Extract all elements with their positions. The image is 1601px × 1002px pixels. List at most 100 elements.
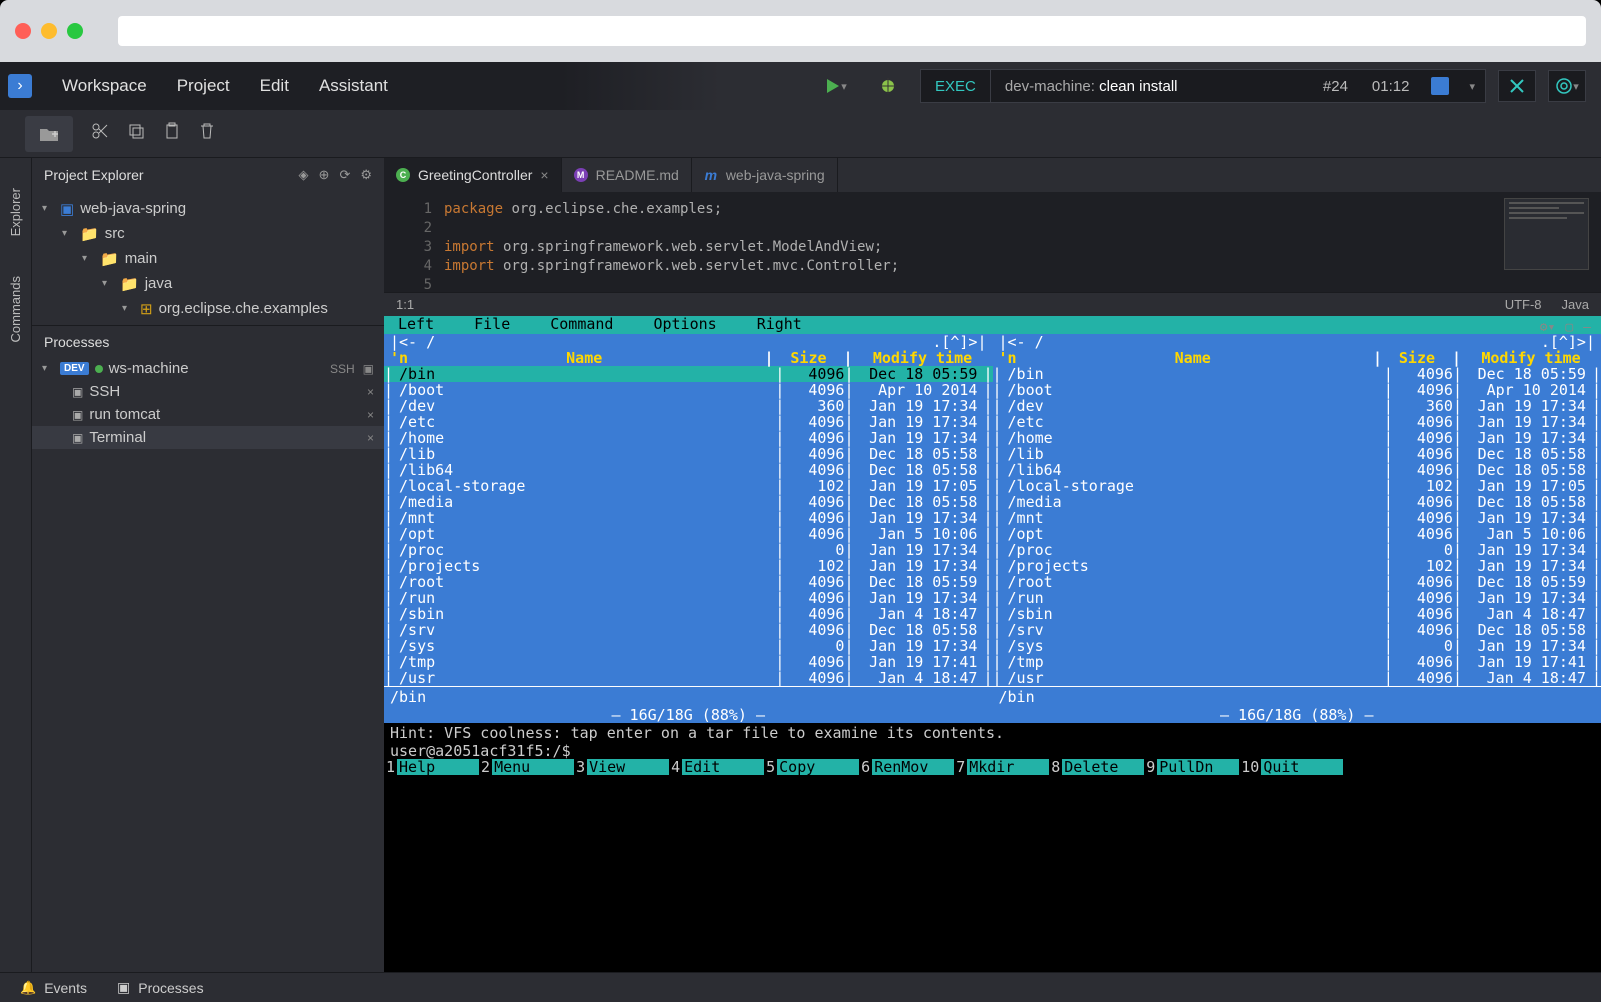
encoding[interactable]: UTF-8: [1505, 297, 1542, 312]
menu-workspace[interactable]: Workspace: [62, 76, 147, 96]
mc-file-row[interactable]: |/projects|102|Jan 19 17:34|: [384, 558, 993, 574]
mc-file-row[interactable]: |/opt|4096|Jan 5 10:06|: [384, 526, 993, 542]
mc-file-row[interactable]: |/bin|4096|Dec 18 05:59|: [993, 366, 1601, 382]
paste-button[interactable]: [163, 122, 181, 146]
mc-menu-bar[interactable]: Left File Command Options Right: [384, 316, 1601, 334]
mc-file-row[interactable]: |/local-storage|102|Jan 19 17:05|: [993, 478, 1601, 494]
mc-fkey-renmov[interactable]: 6RenMov: [859, 759, 954, 775]
mc-file-row[interactable]: |/usr|4096|Jan 4 18:47|: [384, 670, 993, 686]
mc-file-row[interactable]: |/media|4096|Dec 18 05:58|: [993, 494, 1601, 510]
mc-file-row[interactable]: |/run|4096|Jan 19 17:34|: [384, 590, 993, 606]
close-icon[interactable]: ×: [367, 385, 374, 399]
mc-file-row[interactable]: |/proc|0|Jan 19 17:34|: [993, 542, 1601, 558]
mc-file-row[interactable]: |/lib64|4096|Dec 18 05:58|: [993, 462, 1601, 478]
bottom-events[interactable]: 🔔 Events: [20, 980, 87, 996]
settings-icon[interactable]: ⚙: [360, 167, 372, 183]
collapse-icon[interactable]: ⊕: [319, 167, 330, 183]
language[interactable]: Java: [1562, 297, 1589, 312]
mc-fkey-help[interactable]: 1Help: [384, 759, 479, 775]
mc-file-row[interactable]: |/projects|102|Jan 19 17:34|: [993, 558, 1601, 574]
mc-file-row[interactable]: |/root|4096|Dec 18 05:59|: [384, 574, 993, 590]
locate-icon[interactable]: ◈: [299, 167, 309, 183]
mc-file-row[interactable]: |/sbin|4096|Jan 4 18:47|: [993, 606, 1601, 622]
mc-file-row[interactable]: |/opt|4096|Jan 5 10:06|: [993, 526, 1601, 542]
cut-button[interactable]: [91, 122, 109, 146]
tree-main[interactable]: ▾ 📁 main: [32, 246, 384, 271]
proc-ssh[interactable]: ▣ SSH ×: [32, 380, 384, 403]
mc-fkey-edit[interactable]: 4Edit: [669, 759, 764, 775]
mc-fkey-copy[interactable]: 5Copy: [764, 759, 859, 775]
tab-greeting-controller[interactable]: C GreetingController ×: [384, 158, 562, 192]
address-bar[interactable]: [118, 16, 1586, 46]
mc-file-row[interactable]: |/home|4096|Jan 19 17:34|: [993, 430, 1601, 446]
ssh-label[interactable]: SSH: [330, 362, 355, 376]
mc-file-row[interactable]: |/tmp|4096|Jan 19 17:41|: [384, 654, 993, 670]
mc-fkey-quit[interactable]: 10Quit: [1239, 759, 1343, 775]
rail-explorer[interactable]: Explorer: [8, 188, 23, 236]
exec-command-box[interactable]: EXEC dev-machine: clean install #24 01:1…: [920, 69, 1486, 103]
mc-file-row[interactable]: |/local-storage|102|Jan 19 17:05|: [384, 478, 993, 494]
mc-file-row[interactable]: |/proc|0|Jan 19 17:34|: [384, 542, 993, 558]
chevron-down-icon[interactable]: ▾: [1459, 80, 1485, 93]
window-close-icon[interactable]: [15, 23, 31, 39]
mc-file-row[interactable]: |/bin|4096|Dec 18 05:59|: [384, 366, 993, 382]
minimap[interactable]: [1504, 198, 1589, 270]
mc-left-panel[interactable]: |<- / .[^]>|'nName|Size|Modify time|/bin…: [384, 334, 993, 723]
new-file-button[interactable]: [25, 116, 73, 152]
terminal-pane[interactable]: ⚙▾ ▢ — Left File Command Options Right |…: [384, 316, 1601, 972]
mc-file-row[interactable]: |/etc|4096|Jan 19 17:34|: [993, 414, 1601, 430]
mc-file-row[interactable]: |/dev|360|Jan 19 17:34|: [993, 398, 1601, 414]
debug-button[interactable]: [868, 70, 908, 102]
proc-tomcat[interactable]: ▣ run tomcat ×: [32, 403, 384, 426]
close-icon[interactable]: ×: [367, 431, 374, 445]
mc-file-row[interactable]: |/lib|4096|Dec 18 05:58|: [384, 446, 993, 462]
window-maximize-icon[interactable]: [67, 23, 83, 39]
mc-file-row[interactable]: |/lib64|4096|Dec 18 05:58|: [384, 462, 993, 478]
tab-web-java-spring[interactable]: m web-java-spring: [692, 158, 838, 192]
mc-file-row[interactable]: |/run|4096|Jan 19 17:34|: [993, 590, 1601, 606]
mc-file-row[interactable]: |/srv|4096|Dec 18 05:58|: [384, 622, 993, 638]
mc-menu-options[interactable]: Options: [653, 316, 716, 334]
copy-button[interactable]: [127, 122, 145, 146]
tree-package[interactable]: ▾ ⊞ org.eclipse.che.examples: [32, 296, 384, 321]
mc-file-row[interactable]: |/dev|360|Jan 19 17:34|: [384, 398, 993, 414]
mc-file-row[interactable]: |/lib|4096|Dec 18 05:58|: [993, 446, 1601, 462]
proc-terminal[interactable]: ▣ Terminal ×: [32, 426, 384, 449]
tree-src[interactable]: ▾ 📁 src: [32, 221, 384, 246]
mc-menu-file[interactable]: File: [474, 316, 510, 334]
mc-file-row[interactable]: |/etc|4096|Jan 19 17:34|: [384, 414, 993, 430]
mc-menu-right[interactable]: Right: [757, 316, 802, 334]
menu-project[interactable]: Project: [177, 76, 230, 96]
target-button[interactable]: ▾: [1548, 70, 1586, 102]
mc-right-panel[interactable]: |<- / .[^]>|'nName|Size|Modify time|/bin…: [993, 334, 1601, 723]
delete-button[interactable]: [199, 122, 215, 146]
bottom-processes[interactable]: ▣ Processes: [117, 979, 204, 996]
mc-file-row[interactable]: |/sys|0|Jan 19 17:34|: [993, 638, 1601, 654]
mc-file-row[interactable]: |/srv|4096|Dec 18 05:58|: [993, 622, 1601, 638]
merge-button[interactable]: [1498, 70, 1536, 102]
tab-readme[interactable]: M README.md: [562, 158, 692, 192]
menu-assistant[interactable]: Assistant: [319, 76, 388, 96]
mc-file-row[interactable]: |/home|4096|Jan 19 17:34|: [384, 430, 993, 446]
mc-file-row[interactable]: |/root|4096|Dec 18 05:59|: [993, 574, 1601, 590]
code-editor[interactable]: 12345 package org.eclipse.che.examples; …: [384, 192, 1601, 292]
mc-file-row[interactable]: |/media|4096|Dec 18 05:58|: [384, 494, 993, 510]
mc-menu-left[interactable]: Left: [398, 316, 434, 334]
tree-root[interactable]: ▾ ▣ web-java-spring: [32, 196, 384, 221]
mc-fkey-pulldn[interactable]: 9PullDn: [1144, 759, 1239, 775]
mc-fkey-view[interactable]: 3View: [574, 759, 669, 775]
new-terminal-icon[interactable]: ▣: [363, 362, 374, 376]
run-button[interactable]: ▾: [816, 70, 856, 102]
rail-commands[interactable]: Commands: [8, 276, 23, 342]
menu-edit[interactable]: Edit: [260, 76, 289, 96]
mc-file-row[interactable]: |/mnt|4096|Jan 19 17:34|: [993, 510, 1601, 526]
tree-java[interactable]: ▾ 📁 java: [32, 271, 384, 296]
mc-fkey-menu[interactable]: 2Menu: [479, 759, 574, 775]
proc-machine[interactable]: ▾ DEV ws-machine SSH ▣: [32, 357, 384, 380]
window-minimize-icon[interactable]: [41, 23, 57, 39]
mc-file-row[interactable]: |/boot|4096|Apr 10 2014|: [993, 382, 1601, 398]
close-icon[interactable]: ×: [367, 408, 374, 422]
mc-menu-command[interactable]: Command: [550, 316, 613, 334]
mc-fkey-delete[interactable]: 8Delete: [1049, 759, 1144, 775]
mc-prompt[interactable]: user@a2051acf31f5:/$: [384, 743, 1601, 759]
